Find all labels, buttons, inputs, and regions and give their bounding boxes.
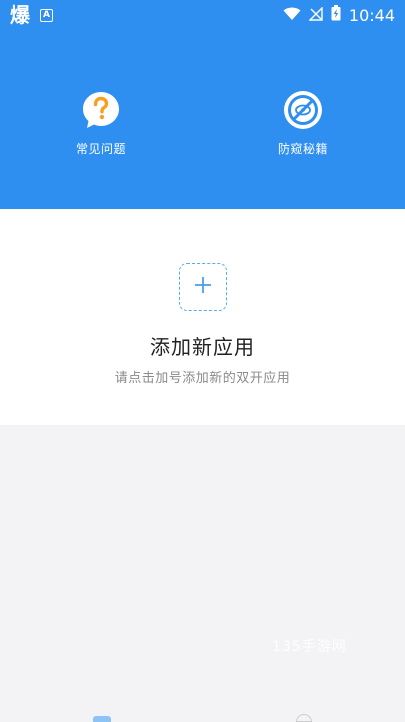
battery-charging-icon xyxy=(331,5,341,25)
status-left: 爆 A xyxy=(10,5,53,25)
status-right: 10:44 xyxy=(283,5,395,25)
nav-tab-home-icon[interactable] xyxy=(93,716,111,722)
status-app-glyph: 爆 xyxy=(10,3,30,27)
status-a-badge: A xyxy=(40,8,53,22)
add-app-title: 添加新应用 xyxy=(150,335,255,359)
status-bar: 爆 A 10:44 xyxy=(0,0,405,30)
add-app-button[interactable] xyxy=(179,263,227,311)
plus-icon xyxy=(194,276,212,298)
add-app-hint: 请点击加号添加新的双开应用 xyxy=(114,371,291,386)
faq-label: 常见问题 xyxy=(75,142,126,156)
add-app-card: 添加新应用 请点击加号添加新的双开应用 xyxy=(0,209,405,425)
question-bubble-icon xyxy=(81,90,121,130)
status-time: 10:44 xyxy=(348,5,395,25)
bottom-nav xyxy=(0,710,405,722)
header-panel: 常见问题 防窥秘籍 xyxy=(0,30,405,209)
watermark: 135手游网 xyxy=(272,639,347,655)
privacy-tips-label: 防窥秘籍 xyxy=(277,142,328,156)
privacy-tips-button[interactable]: 防窥秘籍 xyxy=(258,90,348,157)
wifi-icon xyxy=(283,6,301,25)
nav-tab-profile-icon[interactable] xyxy=(296,714,312,722)
signal-off-icon xyxy=(308,5,323,25)
faq-button[interactable]: 常见问题 xyxy=(56,90,146,157)
no-ban-icon xyxy=(283,90,323,130)
